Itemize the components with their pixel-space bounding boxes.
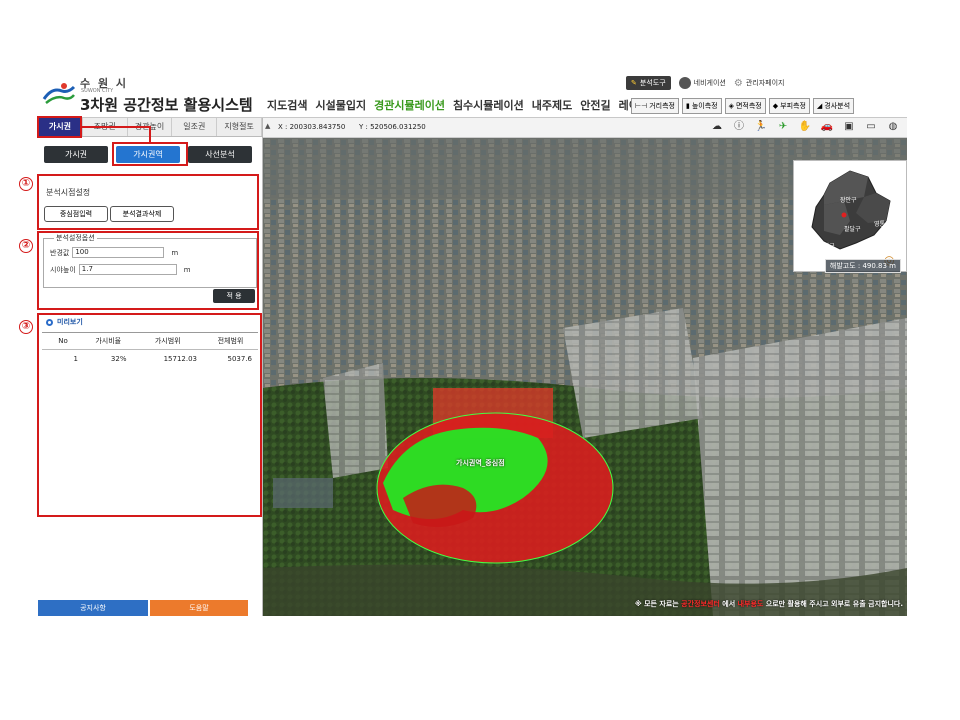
marker-1: ① <box>19 177 33 191</box>
bottom-buttons: 공지사항 도움말 <box>38 600 262 616</box>
highlight-viewshed-subtab <box>112 142 188 166</box>
admin-page-button[interactable]: ⚙ 관리자페이지 <box>734 78 785 89</box>
ruler-icon: ⊢⊣ <box>635 102 648 110</box>
slope-icon: ◢ <box>816 102 823 110</box>
fly-icon[interactable]: ✈ <box>774 120 792 134</box>
district-yeongtong: 영통구 <box>874 221 891 228</box>
notice-button[interactable]: 공지사항 <box>38 600 148 616</box>
nav-my-theme-map[interactable]: 내주제도 <box>532 97 572 113</box>
marker-2: ② <box>19 239 33 253</box>
notice-prefix: ※ 모든 자료는 <box>634 600 679 608</box>
walk-icon[interactable]: 🏃 <box>752 120 770 134</box>
overview-minimap[interactable]: 장안구 영통구 팔달구 권선구 ◎ <box>793 160 907 272</box>
nav-facility-siting[interactable]: 시설물입지 <box>315 97 366 113</box>
notice-suffix: 으로만 활용해 주시고 외부로 유출 금지합니다. <box>765 600 903 608</box>
viewshed-center-label: 가시권역_중심점 <box>456 459 505 467</box>
height-measure-button[interactable]: ▮ 높이측정 <box>681 98 722 114</box>
globe-icon[interactable]: ◍ <box>884 120 902 134</box>
coordinate-x: X : 200303.843750 <box>278 123 346 131</box>
coordinate-y: Y : 520506.031250 <box>359 123 426 131</box>
height-measure-label: 높이측정 <box>691 102 718 110</box>
nav-map-search[interactable]: 지도검색 <box>267 97 307 113</box>
car-icon[interactable]: 🚗 <box>818 120 836 134</box>
cloud-icon[interactable]: ☁ <box>708 120 726 134</box>
system-title: 3차원 공간정보 활용시스템 <box>80 96 253 114</box>
measure-tools: ⊢⊣ 거리측정 ▮ 높이측정 ◈ 면적측정 ◆ 부피측정 ◢ 경사분석 <box>631 98 855 114</box>
navigation-label: 네비게이션 <box>693 79 726 87</box>
area-measure-label: 면적측정 <box>735 102 762 110</box>
notice-purpose: 내부용도 <box>737 600 764 608</box>
altitude-readout: 해발고도 : 490.83 m <box>824 259 901 273</box>
district-paldal: 팔달구 <box>844 226 861 233</box>
analysis-tools-button[interactable]: ✎ 분석도구 <box>626 76 671 90</box>
hand-pan-icon[interactable]: ✋ <box>796 120 814 134</box>
map-view-3d[interactable]: 가시권역_중심점 장안구 영통구 팔달구 권선구 ◎ 해발고도 : 490.83… <box>263 138 907 616</box>
compass-icon <box>678 77 691 89</box>
volume-measure-label: 부피측정 <box>780 102 806 110</box>
area-measure-button[interactable]: ◈ 면적측정 <box>724 98 766 114</box>
analysis-tools-label: 분석도구 <box>639 79 666 87</box>
district-jangan: 장안구 <box>840 197 857 204</box>
help-button[interactable]: 도움말 <box>150 600 248 616</box>
gear-icon: ⚙ <box>733 77 743 89</box>
area-icon: ◈ <box>728 102 734 110</box>
volume-icon: ◆ <box>772 102 779 110</box>
highlight-section-2 <box>37 231 259 310</box>
collapse-arrow-icon[interactable]: ▲ <box>265 122 270 130</box>
tab-sunlight[interactable]: 일조권 <box>172 118 218 136</box>
building-icon: ▮ <box>685 102 690 110</box>
notice-mid: 에서 <box>722 600 736 608</box>
slope-analysis-button[interactable]: ◢ 경사분석 <box>812 98 855 114</box>
volume-measure-button[interactable]: ◆ 부피측정 <box>768 98 810 114</box>
highlight-section-1 <box>37 174 259 230</box>
highlight-section-3 <box>37 313 262 517</box>
info-icon[interactable]: ⓘ <box>730 120 748 134</box>
district-gwonseon: 권선구 <box>818 243 835 250</box>
subtab-line-of-sight[interactable]: 사선분석 <box>188 146 252 163</box>
slope-analysis-label: 경사분석 <box>824 102 851 110</box>
ruler-pencil-icon: ✎ <box>631 79 637 87</box>
subtab-visibility[interactable]: 가시권 <box>44 146 108 163</box>
suwon-logo-icon <box>42 83 76 104</box>
nav-landscape-simulation[interactable]: 경관시뮬레이션 <box>374 97 445 113</box>
tab-terrain-cut[interactable]: 지형절토 <box>217 118 262 136</box>
highlight-visibility-tab <box>37 116 82 138</box>
admin-page-label: 관리자페이지 <box>745 79 785 87</box>
screenshot-icon[interactable]: ▣ <box>840 120 858 134</box>
top-tools: ✎ 분석도구 네비게이션 ⚙ 관리자페이지 <box>626 76 784 90</box>
distance-measure-label: 거리측정 <box>649 102 675 110</box>
map-toolbar: ▲ X : 200303.843750 Y : 520506.031250 ☁ … <box>263 118 907 138</box>
main-nav: 지도검색 시설물입지 경관시뮬레이션 침수시뮬레이션 내주제도 안전길 레이어 <box>267 97 649 113</box>
fullscreen-icon[interactable]: ▭ <box>862 120 880 134</box>
header: 수 원 시 SUWON CITY 3차원 공간정보 활용시스템 지도검색 시설물… <box>38 73 907 118</box>
marker-3: ③ <box>19 320 33 334</box>
distance-measure-button[interactable]: ⊢⊣ 거리측정 <box>631 98 679 114</box>
nav-safe-road[interactable]: 안전길 <box>580 97 610 113</box>
nav-flood-simulation[interactable]: 침수시뮬레이션 <box>453 97 524 113</box>
map-tools: ☁ ⓘ 🏃 ✈ ✋ 🚗 ▣ ▭ ◍ <box>708 120 902 134</box>
usage-notice: ※ 모든 자료는 공간정보센터 에서 내부용도 으로만 활용해 주시고 외부로 … <box>635 599 903 609</box>
navigation-button[interactable]: 네비게이션 <box>678 77 726 89</box>
notice-source: 공간정보센터 <box>681 600 720 608</box>
